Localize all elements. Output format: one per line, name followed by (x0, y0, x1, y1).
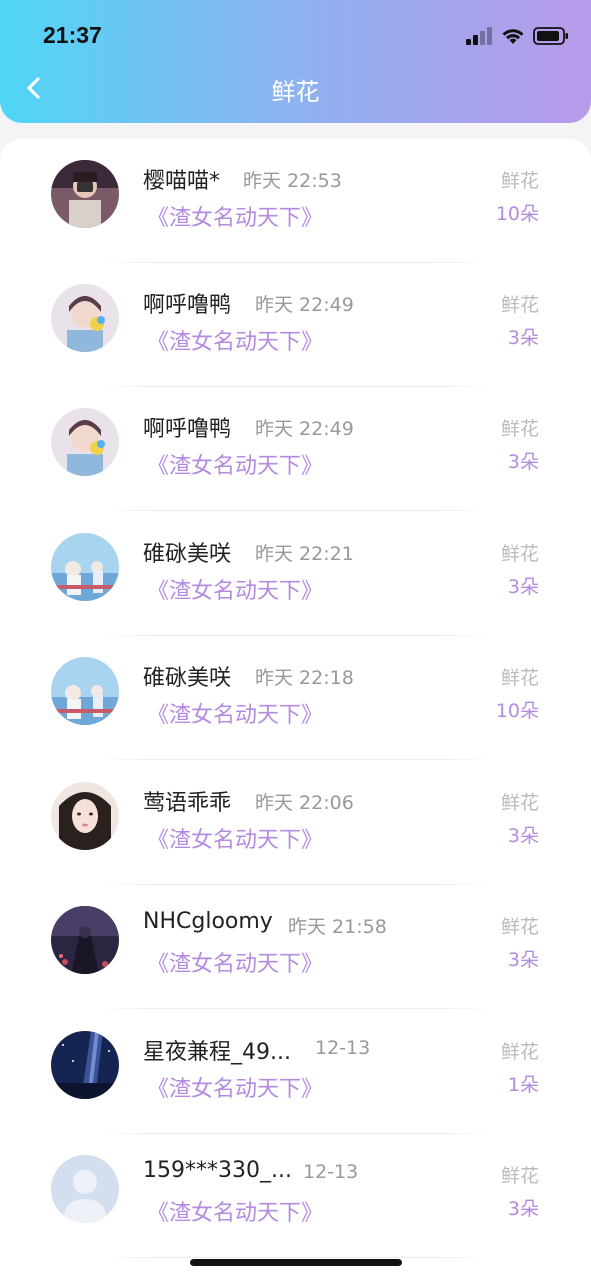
flower-count: 3朵 (507, 825, 539, 847)
book-title[interactable]: 《渣女名动天下》 (147, 1195, 323, 1227)
user-name: 159***330_... (143, 1158, 292, 1183)
divider (100, 1008, 491, 1009)
user-name: 莺语乖乖 (143, 791, 232, 816)
timestamp: 昨天 21:58 (288, 916, 387, 938)
list-item[interactable]: 莺语乖乖 昨天 22:06 《渣女名动天下》 鲜花 3朵 (0, 761, 591, 885)
user-name: 啊呼噜鸭 (143, 293, 232, 318)
list-item[interactable]: 啊呼噜鸭 昨天 22:49 《渣女名动天下》 鲜花 3朵 (0, 387, 591, 511)
timestamp: 昨天 22:06 (255, 792, 354, 814)
avatar[interactable] (51, 1031, 119, 1099)
flower-label: 鲜花 (500, 294, 539, 316)
user-name: 碓砯美咲 (143, 542, 232, 567)
timestamp: 昨天 22:49 (255, 418, 354, 440)
list-item[interactable]: 星夜兼程_49... 12-13 《渣女名动天下》 鲜花 1朵 (0, 1010, 591, 1134)
book-title[interactable]: 《渣女名动天下》 (147, 946, 323, 978)
timestamp: 12-13 (303, 1161, 359, 1183)
flower-count: 3朵 (507, 1198, 539, 1220)
flower-label: 鲜花 (500, 1165, 539, 1187)
list-item[interactable]: NHCgloomy 昨天 21:58 《渣女名动天下》 鲜花 3朵 (0, 885, 591, 1009)
flower-count: 3朵 (507, 576, 539, 598)
wifi-icon (502, 29, 524, 44)
book-title[interactable]: 《渣女名动天下》 (147, 822, 323, 854)
flower-label: 鲜花 (500, 170, 539, 192)
battery-icon (533, 27, 568, 45)
user-name: 樱喵喵* (143, 169, 221, 194)
flower-count: 10朵 (495, 203, 539, 225)
list-item[interactable]: 啊呼噜鸭 昨天 22:49 《渣女名动天下》 鲜花 3朵 (0, 263, 591, 387)
avatar[interactable] (51, 782, 119, 850)
book-title[interactable]: 《渣女名动天下》 (147, 1071, 323, 1103)
flower-label: 鲜花 (500, 1041, 539, 1063)
timestamp: 昨天 22:21 (255, 543, 354, 565)
book-title[interactable]: 《渣女名动天下》 (147, 324, 323, 356)
header-bar: 21:37 鲜花 (0, 0, 591, 123)
flower-list: 樱喵喵* 昨天 22:53 《渣女名动天下》 鲜花 10朵 啊呼噜鸭 昨天 22… (0, 139, 591, 1280)
avatar[interactable] (51, 657, 119, 725)
flower-count: 3朵 (507, 949, 539, 971)
flower-label: 鲜花 (500, 916, 539, 938)
avatar[interactable] (51, 906, 119, 974)
book-title[interactable]: 《渣女名动天下》 (147, 200, 323, 232)
divider (100, 759, 491, 760)
cellular-signal-icon (466, 27, 492, 45)
avatar[interactable] (51, 284, 119, 352)
status-time: 21:37 (43, 22, 102, 48)
book-title[interactable]: 《渣女名动天下》 (147, 448, 323, 480)
status-icons (466, 24, 569, 48)
list-item[interactable]: 碓砯美咲 昨天 22:18 《渣女名动天下》 鲜花 10朵 (0, 636, 591, 760)
avatar[interactable] (51, 408, 119, 476)
divider (100, 510, 491, 511)
list-item[interactable]: 樱喵喵* 昨天 22:53 《渣女名动天下》 鲜花 10朵 (0, 139, 591, 263)
user-name: 星夜兼程_49... (143, 1040, 291, 1065)
avatar[interactable] (51, 533, 119, 601)
list-item[interactable]: 碓砯美咲 昨天 22:21 《渣女名动天下》 鲜花 3朵 (0, 512, 591, 636)
avatar[interactable] (51, 1155, 119, 1223)
flower-label: 鲜花 (500, 667, 539, 689)
flower-count: 3朵 (507, 327, 539, 349)
book-title[interactable]: 《渣女名动天下》 (147, 573, 323, 605)
flower-label: 鲜花 (500, 543, 539, 565)
timestamp: 12-13 (315, 1037, 371, 1059)
page-title: 鲜花 (271, 78, 320, 106)
divider (100, 1257, 491, 1258)
flower-count: 3朵 (507, 451, 539, 473)
timestamp: 昨天 22:53 (243, 170, 342, 192)
timestamp: 昨天 22:18 (255, 667, 354, 689)
book-title[interactable]: 《渣女名动天下》 (147, 697, 323, 729)
list-item[interactable]: 159***330_... 12-13 《渣女名动天下》 鲜花 3朵 (0, 1134, 591, 1258)
home-indicator[interactable] (190, 1259, 402, 1266)
user-name: 碓砯美咲 (143, 666, 232, 691)
flower-count: 1朵 (507, 1074, 539, 1096)
avatar[interactable] (51, 160, 119, 228)
user-name: NHCgloomy (143, 909, 273, 934)
flower-label: 鲜花 (500, 418, 539, 440)
flower-count: 10朵 (495, 700, 539, 722)
user-name: 啊呼噜鸭 (143, 417, 232, 442)
timestamp: 昨天 22:49 (255, 294, 354, 316)
flower-label: 鲜花 (500, 792, 539, 814)
